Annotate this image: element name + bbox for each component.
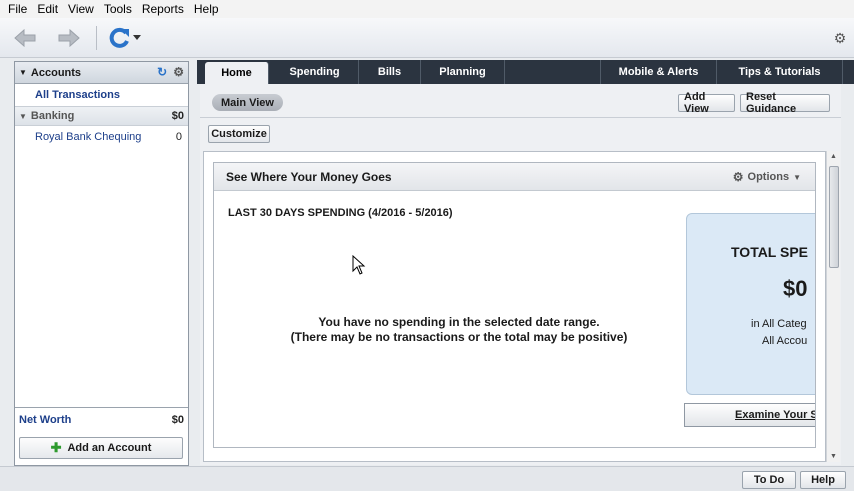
menu-tools[interactable]: Tools: [100, 2, 138, 16]
net-worth-label: Net Worth: [19, 413, 72, 426]
gear-icon: ⚙: [833, 29, 847, 46]
menu-reports[interactable]: Reports: [138, 2, 190, 16]
spending-period-title: LAST 30 DAYS SPENDING (4/2016 - 5/2016): [228, 207, 453, 219]
toolbar-separator: [96, 26, 97, 50]
divider: [200, 117, 841, 118]
refresh-icon: [109, 27, 129, 48]
options-button[interactable]: ⚙ Options ▼: [733, 170, 801, 184]
collapse-triangle-icon: ▼: [19, 111, 27, 121]
scrollbar-thumb[interactable]: [829, 166, 839, 268]
all-transactions-link[interactable]: All Transactions: [15, 84, 188, 106]
chevron-down-icon: [133, 35, 141, 40]
total-spending-amount: $0: [783, 276, 808, 301]
dashboard-area: See Where Your Money Goes ⚙ Options ▼ LA…: [203, 151, 826, 462]
add-account-label: Add an Account: [67, 442, 152, 454]
refresh-accounts-icon[interactable]: ↻: [157, 65, 167, 79]
options-label: Options: [747, 171, 790, 183]
to-do-button[interactable]: To Do: [742, 471, 796, 489]
collapse-triangle-icon[interactable]: ▼: [19, 68, 27, 77]
add-view-button[interactable]: Add View: [678, 91, 735, 115]
net-worth-row[interactable]: Net Worth $0: [15, 407, 188, 431]
accounts-header-label: Accounts: [30, 66, 82, 79]
total-spending-card: TOTAL SPE $0 in All Categ All Accou: [686, 213, 815, 395]
banking-total: $0: [171, 110, 184, 122]
net-worth-value: $0: [171, 413, 184, 426]
forward-arrow-icon: [58, 29, 80, 47]
menu-bar: File Edit View Tools Reports Help: [0, 0, 854, 18]
no-spending-line2: (There may be no transactions or the tot…: [290, 330, 628, 344]
account-label: Royal Bank Chequing: [35, 131, 142, 143]
examine-spending-button[interactable]: Examine Your S: [684, 403, 815, 427]
total-spending-title: TOTAL SPE: [731, 244, 809, 260]
settings-button[interactable]: ⚙: [830, 26, 850, 50]
tab-mobile-alerts[interactable]: Mobile & Alerts: [600, 60, 717, 84]
total-categories-label: in All Categ: [751, 318, 807, 330]
no-spending-message: You have no spending in the selected dat…: [244, 315, 674, 345]
total-accounts-label: All Accou: [762, 335, 808, 347]
no-spending-line1: You have no spending in the selected dat…: [318, 315, 600, 329]
banking-group[interactable]: ▼ Banking $0: [15, 106, 188, 126]
reset-guidance-button[interactable]: Reset Guidance: [740, 91, 830, 115]
main-tab-bar: Home Spending Bills Planning Mobile & Al…: [197, 60, 854, 84]
bottom-bar: To Do Help: [0, 466, 854, 491]
panel-header: See Where Your Money Goes ⚙ Options ▼: [214, 163, 815, 191]
account-royal-bank-chequing[interactable]: Royal Bank Chequing 0: [15, 126, 188, 148]
tab-home[interactable]: Home: [205, 62, 269, 84]
tab-tips-tutorials[interactable]: Tips & Tutorials: [717, 60, 843, 84]
menu-view[interactable]: View: [64, 2, 100, 16]
main-view-tab[interactable]: Main View: [212, 94, 283, 111]
vertical-scrollbar[interactable]: ▲ ▼: [826, 151, 840, 462]
add-account-button[interactable]: ✚ Add an Account: [19, 437, 183, 459]
plus-icon: ✚: [50, 440, 62, 455]
panel-title: See Where Your Money Goes: [226, 169, 392, 184]
back-button[interactable]: [12, 26, 38, 50]
chevron-down-icon: ▼: [793, 172, 801, 182]
money-goes-panel: See Where Your Money Goes ⚙ Options ▼ LA…: [213, 162, 816, 448]
accounts-sidebar: ▼ Accounts ↻ ⚙ All Transactions ▼ Bankin…: [14, 61, 189, 466]
accounts-header[interactable]: ▼ Accounts ↻ ⚙: [15, 62, 188, 84]
account-balance: 0: [175, 131, 182, 143]
menu-edit[interactable]: Edit: [33, 2, 64, 16]
tab-planning[interactable]: Planning: [421, 60, 505, 84]
customize-button[interactable]: Customize: [208, 125, 270, 143]
gear-icon: ⚙: [732, 170, 744, 184]
menu-file[interactable]: File: [4, 2, 33, 16]
tab-bills[interactable]: Bills: [359, 60, 421, 84]
forward-button[interactable]: [56, 26, 82, 50]
gear-icon[interactable]: ⚙: [173, 65, 184, 79]
help-button[interactable]: Help: [800, 471, 846, 489]
tab-spending[interactable]: Spending: [271, 60, 359, 84]
refresh-button[interactable]: [104, 26, 144, 50]
scroll-up-icon[interactable]: ▲: [830, 153, 837, 160]
menu-help[interactable]: Help: [190, 2, 225, 16]
back-arrow-icon: [14, 29, 36, 47]
main-content: Main View Add View Reset Guidance Custom…: [200, 84, 841, 465]
scroll-down-icon[interactable]: ▼: [830, 453, 837, 460]
toolbar: ⚙: [0, 18, 854, 58]
banking-label: Banking: [30, 110, 75, 122]
mouse-cursor-icon: [352, 255, 366, 275]
